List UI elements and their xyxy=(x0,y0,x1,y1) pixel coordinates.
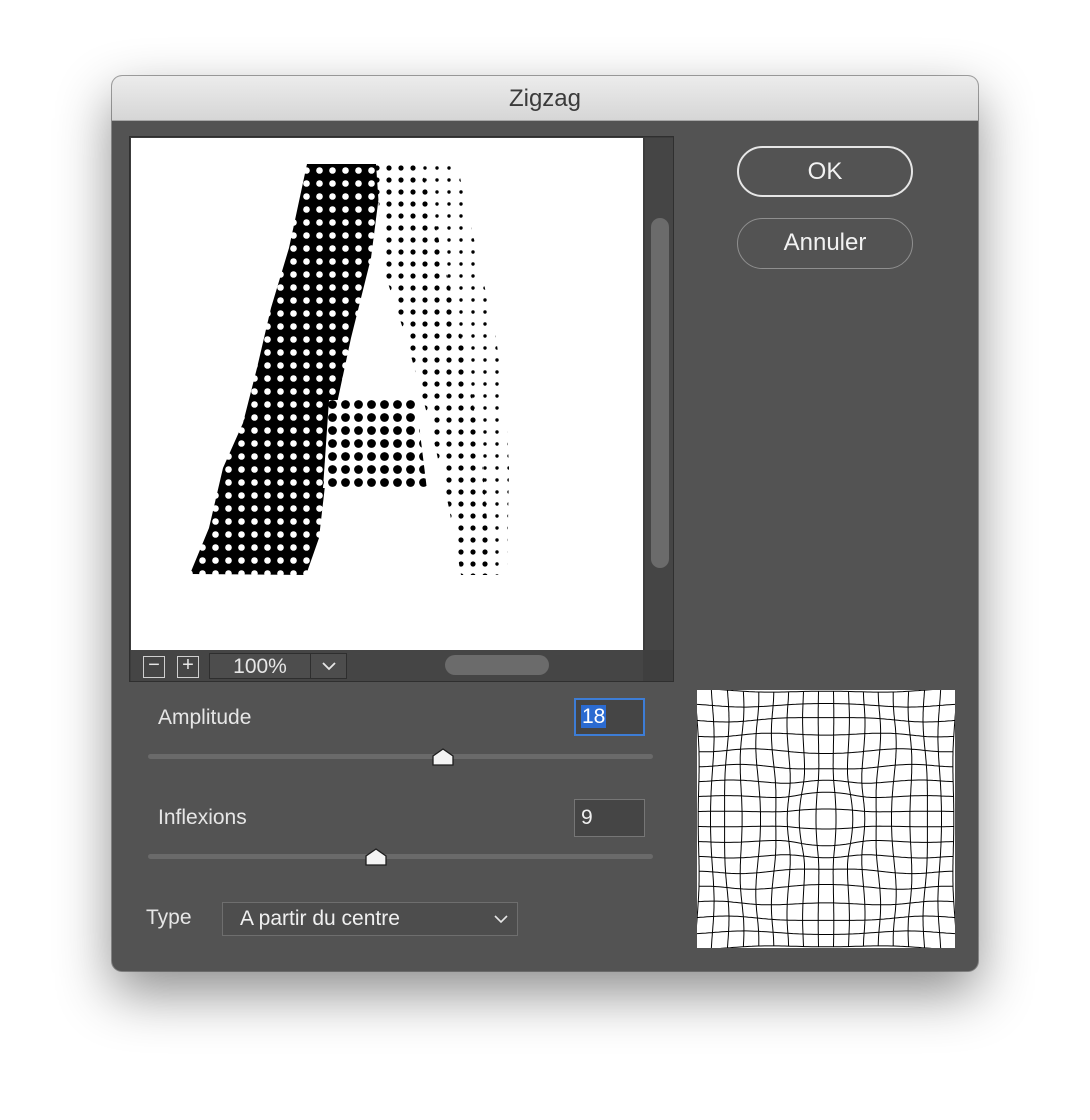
zoom-in-icon: + xyxy=(182,654,194,676)
inflexions-input[interactable]: 9 xyxy=(574,799,645,837)
zoom-out-button[interactable]: − xyxy=(143,654,165,678)
chevron-down-icon[interactable] xyxy=(320,657,338,675)
inflexions-value: 9 xyxy=(581,806,593,829)
slider-thumb-icon[interactable] xyxy=(432,748,454,766)
type-select[interactable]: A partir du centre xyxy=(222,902,518,936)
preview-canvas[interactable] xyxy=(131,138,643,650)
cancel-button[interactable]: Annuler xyxy=(737,218,913,269)
preview-image xyxy=(190,164,509,575)
amplitude-slider[interactable] xyxy=(148,754,653,759)
horizontal-scroll-thumb[interactable] xyxy=(445,655,549,675)
ok-button[interactable]: OK xyxy=(737,146,913,197)
type-label: Type xyxy=(146,906,192,929)
chevron-down-icon xyxy=(494,915,508,924)
zoom-separator xyxy=(310,654,311,678)
preview-zoom-bar: − + 100% xyxy=(131,650,673,681)
zoom-out-icon: − xyxy=(148,654,160,676)
inflexions-label: Inflexions xyxy=(158,806,247,829)
amplitude-label: Amplitude xyxy=(158,706,252,729)
zoom-level-select[interactable]: 100% xyxy=(209,653,347,679)
inflexions-slider[interactable] xyxy=(148,854,653,859)
amplitude-value: 18 xyxy=(581,705,607,728)
distortion-grid xyxy=(697,690,955,948)
zoom-in-button[interactable]: + xyxy=(177,654,199,678)
zoom-level-value: 100% xyxy=(233,655,287,678)
zigzag-dialog: Zigzag − + 100% OK Annuler Amplitude 18 … xyxy=(112,76,978,971)
amplitude-input[interactable]: 18 xyxy=(574,698,645,736)
vertical-scroll-thumb[interactable] xyxy=(651,218,669,568)
scroll-corner xyxy=(643,650,673,681)
vertical-scrollbar[interactable] xyxy=(645,138,673,650)
slider-thumb-icon[interactable] xyxy=(365,848,387,866)
dialog-title: Zigzag xyxy=(112,76,978,121)
distortion-grid-preview xyxy=(697,690,955,948)
preview-panel: − + 100% xyxy=(129,136,674,682)
type-selected-value: A partir du centre xyxy=(240,907,400,930)
grid-lines xyxy=(697,690,955,948)
